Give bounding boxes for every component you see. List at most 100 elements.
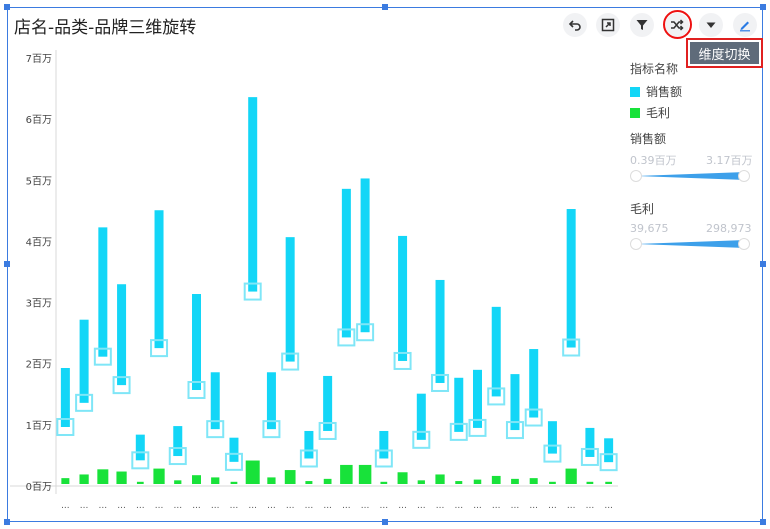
bar-chart: 0百万 1百万 2百万 3百万 4百万 5百万 6百万 7百万................… — [10, 50, 618, 511]
x-tick-label: ... — [380, 501, 389, 511]
sales-range-title: 销售额 — [630, 132, 667, 146]
bar-sales — [285, 237, 295, 362]
resize-handle-bottom-left[interactable] — [4, 519, 10, 525]
y-tick-label: 6百万 — [26, 114, 52, 126]
fullscreen-button[interactable] — [596, 13, 620, 37]
bar-profit — [136, 481, 144, 484]
edit-button[interactable] — [733, 13, 757, 37]
x-tick-label: ... — [398, 501, 407, 511]
sales-range-min: 0.39百万 — [630, 154, 677, 167]
bar-sales — [398, 235, 408, 361]
bar-sales — [435, 279, 445, 383]
x-tick-label: ... — [361, 501, 370, 511]
resize-handle-top[interactable] — [382, 4, 388, 10]
bar-sales — [173, 426, 183, 457]
x-tick-label: ... — [417, 501, 426, 511]
x-tick-label: ... — [248, 501, 257, 511]
resize-handle-top-right[interactable] — [760, 4, 766, 10]
bar-sales — [529, 349, 539, 418]
sales-range-slider[interactable] — [636, 172, 746, 180]
resize-handle-top-left[interactable] — [4, 4, 10, 10]
bar-sales — [360, 178, 370, 333]
bar-profit — [358, 464, 372, 484]
bar-profit — [397, 472, 408, 484]
x-tick-label: ... — [192, 501, 201, 511]
bar-profit — [455, 481, 463, 484]
expand-icon — [601, 18, 615, 32]
bar-sales — [566, 209, 576, 348]
sales-range-handle-max[interactable] — [738, 170, 750, 182]
profit-range-title: 毛利 — [630, 202, 655, 216]
x-tick-label: ... — [286, 501, 295, 511]
filter-icon — [636, 20, 648, 30]
bar-profit — [586, 481, 594, 484]
x-tick-label: ... — [586, 501, 595, 511]
profit-range-handle-min[interactable] — [630, 238, 642, 250]
profit-range-slider[interactable] — [636, 240, 746, 248]
resize-handle-bottom[interactable] — [382, 519, 388, 525]
bar-profit — [79, 474, 89, 484]
bar-sales — [248, 97, 258, 292]
bar-profit — [153, 468, 165, 484]
tooltip-text: 维度切换 — [690, 42, 759, 64]
x-tick-label: ... — [305, 501, 314, 511]
undo-button[interactable] — [563, 13, 587, 37]
bar-sales — [192, 294, 201, 391]
x-tick-label: ... — [436, 501, 445, 511]
x-tick-label: ... — [548, 501, 557, 511]
bar-profit — [284, 470, 296, 484]
bar-profit — [230, 481, 238, 484]
bar-sales — [98, 227, 108, 357]
bar-profit — [491, 475, 501, 484]
bar-sales — [491, 306, 501, 397]
filter-button[interactable] — [630, 13, 654, 37]
legend-item-profit[interactable]: 毛利 — [630, 104, 682, 121]
bar-sales — [229, 437, 239, 462]
bar-profit — [116, 471, 127, 484]
bar-sales — [379, 430, 389, 459]
x-tick-label: ... — [230, 501, 239, 511]
bar-sales — [585, 427, 595, 457]
bar-profit — [565, 468, 577, 484]
resize-handle-bottom-right[interactable] — [760, 519, 766, 525]
edit-icon — [740, 21, 750, 32]
y-tick-label: 5百万 — [26, 175, 52, 187]
sales-range-handle-min[interactable] — [630, 170, 642, 182]
x-tick-label: ... — [80, 501, 89, 511]
profit-range-max: 298,973 — [706, 222, 752, 235]
bar-profit — [435, 474, 445, 484]
bar-sales — [135, 434, 145, 461]
resize-handle-right[interactable] — [760, 261, 766, 267]
tooltip-box: 维度切换 — [686, 38, 763, 68]
bar-profit — [267, 477, 276, 484]
bar-profit — [380, 481, 388, 484]
bar-sales — [416, 393, 426, 440]
bar-profit — [417, 480, 425, 484]
bar-sales — [304, 430, 314, 459]
bar-profit — [61, 478, 70, 484]
x-tick-label: ... — [492, 501, 501, 511]
profit-range-min: 39,675 — [630, 222, 669, 235]
bar-sales — [79, 319, 89, 403]
bar-profit — [323, 478, 332, 484]
bar-profit — [174, 480, 182, 484]
x-tick-label: ... — [454, 501, 463, 511]
x-tick-label: ... — [99, 501, 108, 511]
bar-profit — [211, 477, 220, 484]
caret-down-icon — [706, 22, 716, 28]
sales-range-max: 3.17百万 — [706, 154, 753, 167]
bar-profit — [549, 481, 556, 484]
x-tick-label: ... — [155, 501, 164, 511]
x-tick-label: ... — [267, 501, 276, 511]
legend-item-sales[interactable]: 销售额 — [630, 83, 682, 100]
bar-profit — [97, 469, 109, 484]
more-dropdown-button[interactable] — [699, 13, 723, 37]
y-tick-label: 4百万 — [26, 236, 52, 248]
x-tick-label: ... — [473, 501, 482, 511]
legend-label-sales: 销售额 — [646, 85, 683, 99]
profit-range-handle-max[interactable] — [738, 238, 750, 250]
bar-profit — [305, 481, 313, 484]
highlight-ring — [663, 10, 692, 39]
bar-profit — [529, 478, 538, 484]
bar-profit — [605, 481, 613, 484]
